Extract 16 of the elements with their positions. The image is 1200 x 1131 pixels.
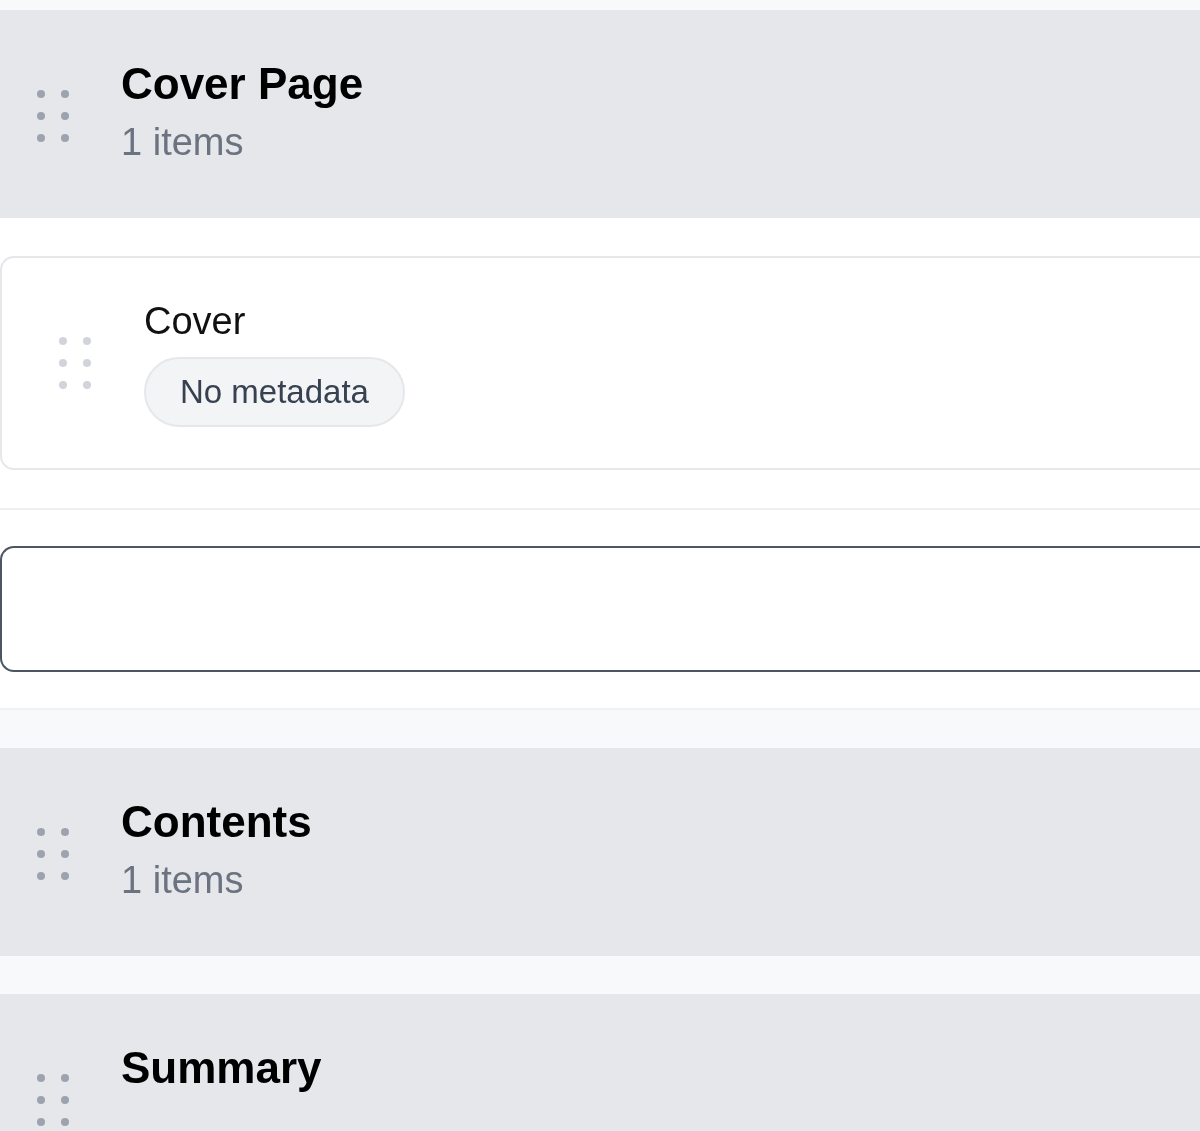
metadata-tag: No metadata [144,356,405,427]
section-header[interactable]: Cover Page 1 items [0,10,1200,218]
item-count: 1 items [121,860,245,903]
drag-handle-icon[interactable] [36,1072,70,1128]
item-title: Cover [144,299,246,343]
drag-handle-icon[interactable] [36,88,70,144]
section-title: Contents [121,798,312,847]
section-header[interactable]: Summary [0,994,1200,1131]
item-card[interactable]: Cover No metadata [0,256,1200,470]
drag-handle-icon[interactable] [36,826,70,882]
section-title: Cover Page [121,60,364,109]
input-field[interactable] [0,546,1200,672]
section-header[interactable]: Contents 1 items [0,748,1200,956]
drag-handle-icon[interactable] [58,335,92,391]
section-title: Summary [121,1044,322,1093]
item-count: 1 items [121,122,245,165]
